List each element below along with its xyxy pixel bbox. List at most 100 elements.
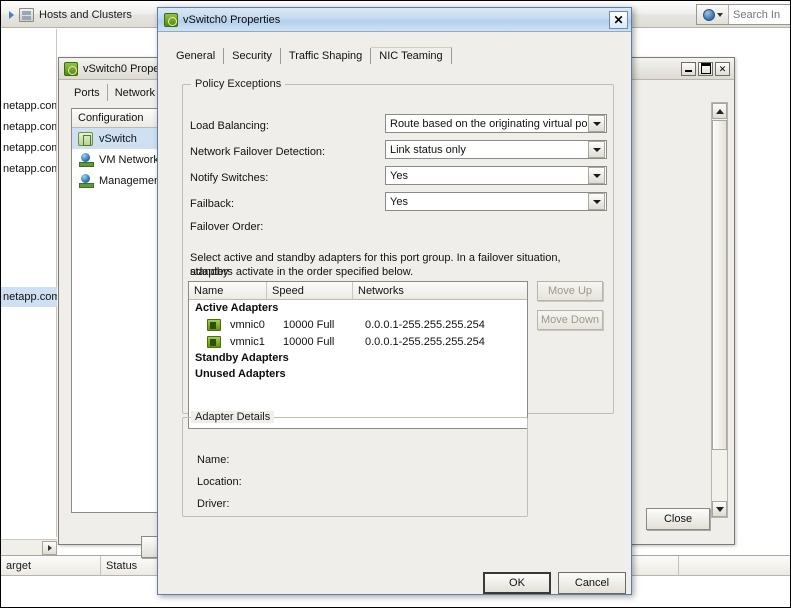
adapter-speed: 10000 Full <box>283 335 335 348</box>
notify-switches-row: Notify Switches: <box>190 169 268 187</box>
breadcrumb[interactable]: Hosts and Clusters <box>7 5 138 24</box>
search-box[interactable] <box>696 4 790 25</box>
network-icon <box>78 152 94 167</box>
scroll-right-button[interactable] <box>42 540 57 555</box>
adapter-driver-label: Driver: <box>197 498 230 510</box>
dialog-body: General Security Traffic Shaping NIC Tea… <box>158 32 631 594</box>
ok-button[interactable]: OK <box>483 572 551 594</box>
triangle-down-icon <box>715 506 724 512</box>
column-header-speed[interactable]: Speed <box>267 282 353 299</box>
minimize-button[interactable] <box>681 61 696 76</box>
load-balancing-select[interactable]: Route based on the originating virtual p… <box>385 114 607 133</box>
close-window-button[interactable]: Close <box>646 508 710 530</box>
group-header-standby-adapters: Standby Adapters <box>195 352 289 364</box>
table-row[interactable]: vmnic0 10000 Full 0.0.0.1-255.255.255.25… <box>189 316 527 333</box>
tab-general[interactable]: General <box>168 48 225 64</box>
dialog-titlebar[interactable]: vSwitch0 Properties ✕ <box>158 8 631 32</box>
column-header-networks[interactable]: Networks <box>353 282 527 299</box>
adapter-name: vmnic1 <box>230 335 265 348</box>
task-column-header[interactable]: arget <box>1 555 101 576</box>
search-scope-icon <box>702 8 715 21</box>
close-icon[interactable]: ✕ <box>609 10 628 29</box>
triangle-up-icon <box>715 108 724 114</box>
load-balancing-label: Load Balancing: <box>190 120 269 132</box>
network-icon <box>78 173 94 188</box>
failback-row: Failback: <box>190 195 234 213</box>
triangle-down-icon <box>592 121 601 126</box>
horizontal-scrollbar[interactable] <box>1 539 57 555</box>
failback-select[interactable]: Yes <box>385 192 607 211</box>
window-controls: ✕ <box>681 61 730 76</box>
triangle-down-icon <box>592 199 601 204</box>
cancel-button[interactable]: Cancel <box>558 572 626 594</box>
list-item[interactable]: netapp.com <box>1 96 56 117</box>
vswitch-properties-dialog[interactable]: vSwitch0 Properties ✕ General Security T… <box>157 7 632 595</box>
list-item-selected[interactable]: netapp.com <box>1 287 57 307</box>
failover-detection-select[interactable]: Link status only <box>385 140 607 159</box>
close-button[interactable]: ✕ <box>715 61 730 76</box>
chevron-down-icon <box>716 12 723 17</box>
group-header-active-adapters: Active Adapters <box>195 302 279 314</box>
failback-label: Failback: <box>190 198 235 210</box>
tab-ports[interactable]: Ports <box>67 84 108 101</box>
table-row[interactable]: vmnic1 10000 Full 0.0.0.1-255.255.255.25… <box>189 333 527 350</box>
vswitch-icon <box>164 12 178 27</box>
failover-detection-label: Network Failover Detection: <box>190 146 326 158</box>
adapter-networks: 0.0.0.1-255.255.255.254 <box>365 318 485 331</box>
breadcrumb-label: Hosts and Clusters <box>39 8 132 21</box>
notify-switches-select[interactable]: Yes <box>385 166 607 185</box>
adapter-speed: 10000 Full <box>283 318 335 331</box>
vertical-scrollbar[interactable] <box>711 102 728 518</box>
scrollbar-thumb[interactable] <box>712 120 727 450</box>
scroll-down-button[interactable] <box>712 501 727 517</box>
chevron-down-icon[interactable] <box>588 115 605 132</box>
list-item[interactable]: netapp.com <box>1 117 56 138</box>
triangle-right-icon <box>47 544 52 551</box>
list-item-label: VM Network <box>99 153 159 166</box>
host-inventory-list[interactable]: netapp.com netapp.com netapp.com netapp.… <box>1 29 57 537</box>
adapter-details-panel: Adapter Details Name: Location: Driver: <box>182 411 528 517</box>
list-item[interactable]: netapp.com <box>1 138 56 159</box>
chevron-down-icon[interactable] <box>588 141 605 158</box>
move-up-button[interactable]: Move Up <box>537 281 603 301</box>
list-item[interactable]: netapp.com <box>1 159 56 180</box>
search-scope-button[interactable] <box>697 5 729 24</box>
adapter-name: vmnic0 <box>230 318 265 331</box>
load-balancing-row: Load Balancing: <box>190 117 269 135</box>
adapter-details-legend: Adapter Details <box>191 411 275 423</box>
column-header-name[interactable]: Name <box>189 282 267 299</box>
adapter-networks: 0.0.0.1-255.255.255.254 <box>365 335 485 348</box>
list-item-label: vSwitch <box>99 132 137 145</box>
failover-detection-row: Network Failover Detection: <box>190 143 325 161</box>
tab-nic-teaming[interactable]: NIC Teaming <box>371 47 452 64</box>
triangle-down-icon <box>592 147 601 152</box>
failover-description-line-2: adapters activate in the order specified… <box>190 266 414 278</box>
notify-switches-label: Notify Switches: <box>190 172 269 184</box>
adapter-grid-header: Name Speed Networks <box>189 282 527 300</box>
tab-security[interactable]: Security <box>224 48 281 64</box>
policy-exceptions-legend: Policy Exceptions <box>191 78 286 90</box>
app-root: Hosts and Clusters netapp.com netapp.com… <box>0 0 791 608</box>
load-balancing-value: Route based on the originating virtual p… <box>390 117 588 130</box>
notify-switches-value: Yes <box>390 169 408 182</box>
failover-order-label: Failover Order: <box>190 221 264 233</box>
vswitch-icon <box>64 61 78 76</box>
search-input[interactable] <box>729 5 790 24</box>
maximize-button[interactable] <box>698 61 713 76</box>
tab-traffic-shaping[interactable]: Traffic Shaping <box>281 48 372 64</box>
adapter-location-label: Location: <box>197 476 242 488</box>
hosts-clusters-icon <box>19 7 34 22</box>
failback-value: Yes <box>390 195 408 208</box>
failover-detection-value: Link status only <box>390 143 466 156</box>
adapter-name-label: Name: <box>197 454 230 466</box>
dialog-title: vSwitch0 Properties <box>183 13 281 26</box>
chevron-down-icon[interactable] <box>588 167 605 184</box>
nic-icon <box>207 318 221 331</box>
move-down-button[interactable]: Move Down <box>537 310 603 330</box>
scroll-up-button[interactable] <box>712 103 727 119</box>
chevron-down-icon[interactable] <box>588 193 605 210</box>
dialog-tabs[interactable]: General Security Traffic Shaping NIC Tea… <box>168 44 631 64</box>
chevron-right-icon <box>9 10 14 19</box>
adapter-grid[interactable]: Name Speed Networks Active Adapters vmni… <box>188 281 528 429</box>
nic-icon <box>207 335 221 348</box>
